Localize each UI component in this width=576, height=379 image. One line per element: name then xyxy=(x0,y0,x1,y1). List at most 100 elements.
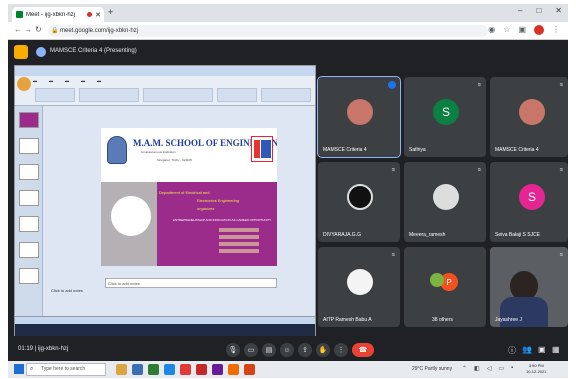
participant-tile[interactable]: S ⦸ Seiva Balaji S SJCE xyxy=(490,162,568,242)
ribbon-group xyxy=(217,88,257,102)
explorer-app-icon[interactable] xyxy=(132,364,143,375)
ribbon-tab-marker: ▬ xyxy=(97,78,101,83)
participant-avatar xyxy=(433,184,459,210)
slide-thumbnail xyxy=(19,164,39,180)
search-placeholder: Type here to search xyxy=(41,366,86,372)
participant-tile[interactable]: MAMSCE Criteria 4 xyxy=(317,76,401,158)
mic-muted-icon: ⦸ xyxy=(477,167,481,173)
slide-header: M.A.M. SCHOOL OF ENGINEERING An autonomo… xyxy=(101,128,277,182)
participant-avatar xyxy=(347,184,373,210)
taskbar-search[interactable]: ⌕ Type here to search xyxy=(26,363,106,376)
window-controls: – □ ✕ xyxy=(518,6,562,15)
participant-tile[interactable]: ⦸ MAMSCE Criteria 4 xyxy=(490,77,568,157)
info-icon[interactable]: ⓘ xyxy=(508,345,516,356)
mic-button[interactable]: 🎙 xyxy=(226,343,240,357)
chrome-app-icon[interactable] xyxy=(180,364,191,375)
recording-dot-icon xyxy=(87,12,93,17)
participant-tile[interactable]: ⦸ DIVYARAJA.G.G xyxy=(318,162,400,242)
ribbon-tabs: ▬ ▬ ▬ ▬ ▬ xyxy=(33,78,101,83)
activities-icon[interactable]: ▦ xyxy=(552,345,560,354)
edge-app-icon[interactable] xyxy=(164,364,175,375)
others-count: 38 others xyxy=(432,317,453,323)
app-icon[interactable] xyxy=(228,364,239,375)
participant-tile[interactable]: ⦸ AITP Ramesh Babu A xyxy=(318,247,400,327)
ribbon-tab-marker: ▬ xyxy=(65,78,69,83)
emoji-button[interactable]: ☺ xyxy=(280,343,294,357)
participant-avatar xyxy=(347,99,373,125)
maximize-button[interactable]: □ xyxy=(536,6,541,15)
extensions-icon[interactable]: ▣ xyxy=(518,25,526,35)
end-call-button[interactable]: ☎ xyxy=(352,343,374,357)
logo-blue-bar xyxy=(261,140,271,158)
notes-field[interactable]: Click to add notes xyxy=(105,278,277,288)
taskview-app-icon[interactable] xyxy=(116,364,127,375)
forward-arrow-icon[interactable]: → xyxy=(24,25,32,34)
more-options-button[interactable]: ⋮ xyxy=(334,343,348,357)
camera-button[interactable]: ▭ xyxy=(244,343,258,357)
battery-icon[interactable]: ▭ xyxy=(498,365,504,372)
star-icon[interactable]: ☆ xyxy=(503,25,510,35)
chevron-up-icon[interactable]: ⌃ xyxy=(462,365,467,372)
system-tray: ⌃ ◧ ◁ ▭ ▪ xyxy=(462,365,513,372)
search-icon: ⌕ xyxy=(30,366,34,372)
photo-placeholder-circle xyxy=(111,196,151,236)
address-bar: ← → ↻ 🔒 meet.google.com/ijg-xbkn-hzj ◉ ☆… xyxy=(8,22,568,40)
slide-thumbnails xyxy=(15,106,43,316)
close-tab-icon[interactable]: ✕ xyxy=(95,11,101,19)
back-arrow-icon[interactable]: ← xyxy=(14,25,22,34)
chat-icon[interactable]: ▣ xyxy=(538,345,546,354)
office-button-icon xyxy=(17,77,31,91)
url-field[interactable]: 🔒 meet.google.com/ijg-xbkn-hzj xyxy=(48,25,488,37)
powerpoint-app-icon[interactable] xyxy=(196,364,207,375)
network-icon[interactable]: ◧ xyxy=(474,365,480,372)
profile-avatar[interactable] xyxy=(534,25,544,35)
taskbar-clock[interactable]: 3:50 PM 10-12-2021 xyxy=(526,363,546,375)
participant-name: DIVYARAJA.G.G xyxy=(323,232,361,238)
presenter-taskbar xyxy=(15,324,315,336)
mic-muted-icon: ⦸ xyxy=(559,82,563,88)
raise-hand-button[interactable]: ✋ xyxy=(316,343,330,357)
slide-thumbnail xyxy=(19,112,39,128)
menu-kebab-icon[interactable]: ⋮ xyxy=(552,25,560,35)
captions-button[interactable]: ▤ xyxy=(262,343,276,357)
mic-muted-icon: ⦸ xyxy=(391,167,395,173)
app-icon[interactable] xyxy=(212,364,223,375)
ribbon-group xyxy=(261,88,311,102)
participant-avatar: S xyxy=(433,99,459,125)
slide-bullet-list xyxy=(219,228,259,256)
others-tile[interactable]: P 38 others xyxy=(404,247,486,327)
people-icon[interactable]: 👥 xyxy=(522,345,532,354)
more-options-icon[interactable] xyxy=(388,81,396,89)
presenter-avatar xyxy=(36,47,46,57)
volume-icon[interactable]: ◁ xyxy=(487,365,492,372)
presentation-view[interactable]: ▬ ▬ ▬ ▬ ▬ M.A.M. SCHOOL OF ENGINEERING A… xyxy=(14,65,316,336)
browser-tab[interactable]: Meet - ijg-xbkn-hzj ✕ xyxy=(12,7,104,22)
current-slide: M.A.M. SCHOOL OF ENGINEERING An autonomo… xyxy=(101,128,277,266)
new-tab-button[interactable]: + xyxy=(108,7,113,17)
store-app-icon[interactable] xyxy=(148,364,159,375)
mic-muted-icon: ⦸ xyxy=(477,82,481,88)
minimize-button[interactable]: – xyxy=(518,6,522,15)
windows-start-icon[interactable] xyxy=(14,364,24,374)
meeting-code: 01:19 | ijg-xbkn-hzj xyxy=(18,346,69,352)
camera-icon[interactable]: ◉ xyxy=(488,25,495,35)
slide-canvas: M.A.M. SCHOOL OF ENGINEERING An autonomo… xyxy=(45,106,315,316)
participant-name: Sathiya xyxy=(409,147,426,153)
lock-icon: 🔒 xyxy=(51,28,59,34)
slide-department-line2: Electronics Engineering xyxy=(197,198,240,203)
participant-avatar xyxy=(347,269,373,295)
app-icon[interactable] xyxy=(244,364,255,375)
reload-icon[interactable]: ↻ xyxy=(35,25,42,34)
slide-bullet xyxy=(219,242,259,246)
participant-tile[interactable]: ⦸ Meeera_ramesh xyxy=(404,162,486,242)
weather-widget[interactable]: 29°C Partly sunny xyxy=(412,366,452,372)
language-icon[interactable]: ▪ xyxy=(511,365,513,372)
slide-thumbnail xyxy=(19,268,39,284)
close-window-button[interactable]: ✕ xyxy=(555,6,562,15)
participant-tile[interactable]: S ⦸ Sathiya xyxy=(404,77,486,157)
meet-control-bar: 01:19 | ijg-xbkn-hzj 🎙 ▭ ▤ ☺ ⇪ ✋ ⋮ ☎ ⓘ 👥… xyxy=(8,339,568,361)
present-button[interactable]: ⇪ xyxy=(298,343,312,357)
meet-header: MAMSCE Criteria 4 (Presenting) xyxy=(8,41,568,63)
participant-video-tile[interactable]: ⦸ Jayashree J xyxy=(490,247,568,327)
slide-thumbnail xyxy=(19,242,39,258)
